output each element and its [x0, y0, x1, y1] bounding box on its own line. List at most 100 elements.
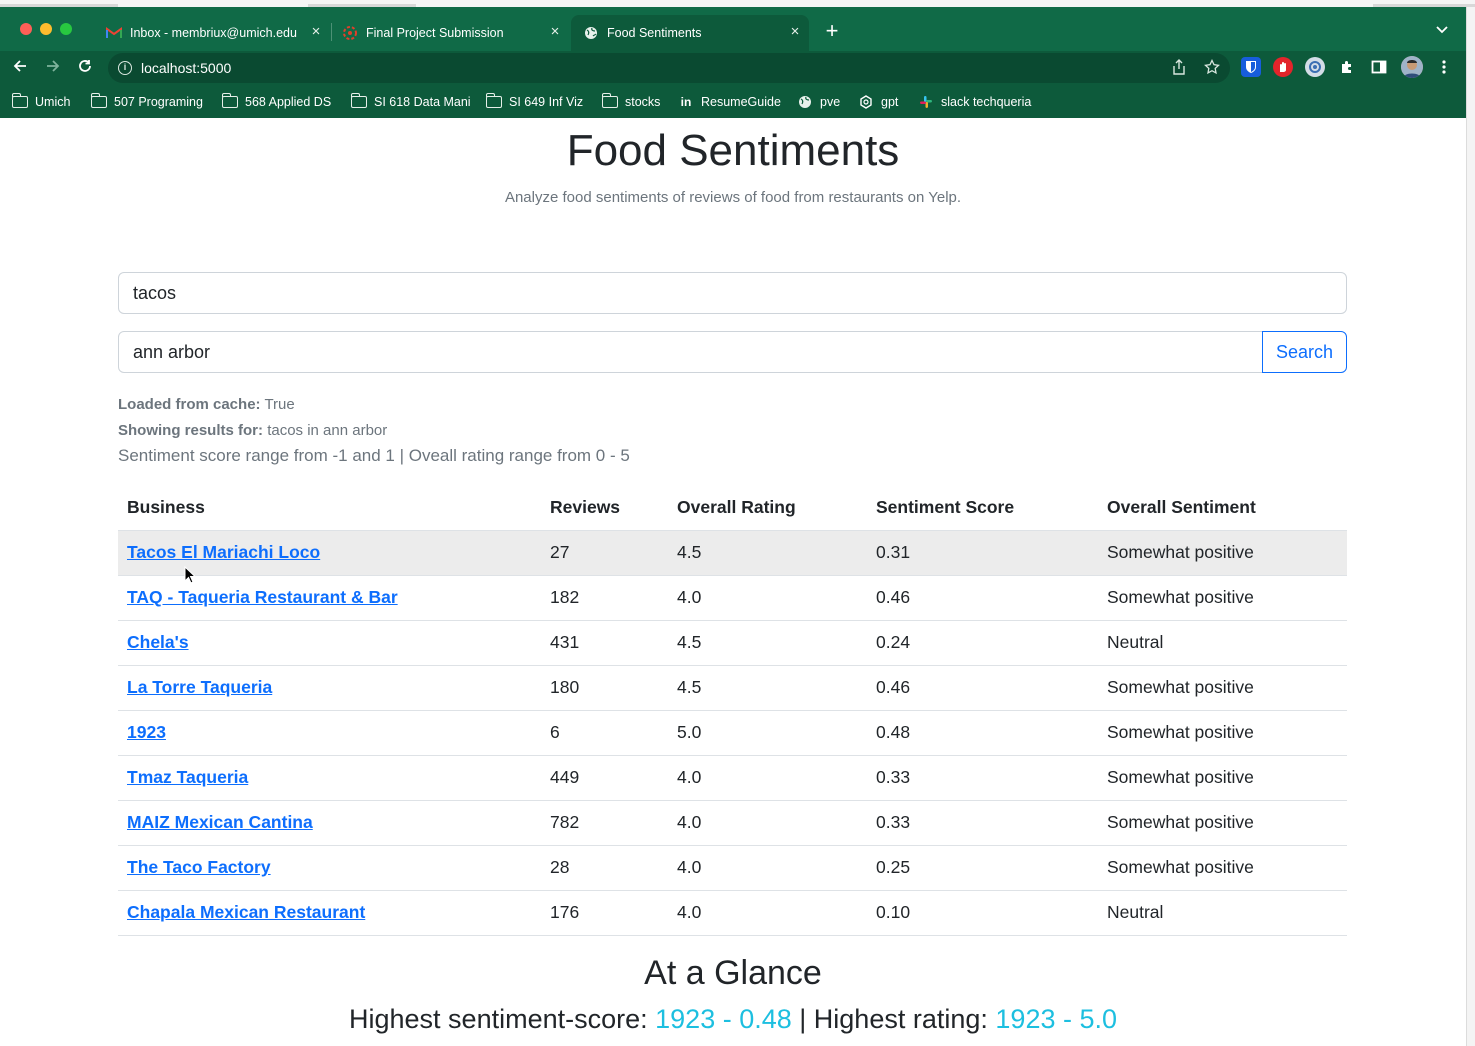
- address-bar[interactable]: i localhost:5000: [108, 53, 1230, 83]
- new-tab-plus-icon[interactable]: +: [822, 20, 842, 42]
- rating-cell: 4.0: [668, 890, 867, 936]
- column-header-business: Business: [118, 486, 541, 531]
- bookmark-label: SI 618 Data Mani: [374, 95, 471, 109]
- adblock-icon[interactable]: [1273, 57, 1293, 77]
- business-link[interactable]: Chela's: [127, 632, 189, 652]
- score-cell: 0.46: [867, 575, 1098, 621]
- table-row: Tacos El Mariachi Loco 27 4.5 0.31 Somew…: [118, 530, 1347, 576]
- score-cell: 0.33: [867, 755, 1098, 801]
- location-search-input[interactable]: ann arbor: [118, 331, 1263, 373]
- share-icon[interactable]: [1172, 59, 1186, 78]
- globe-icon: [797, 94, 813, 110]
- more-menu-icon[interactable]: [1434, 57, 1454, 77]
- bookmark-pve[interactable]: pve: [797, 92, 840, 112]
- reload-icon[interactable]: [74, 57, 96, 79]
- browser-chrome: Inbox - membriux@umich.edu × Final Proje…: [0, 7, 1466, 118]
- search-button[interactable]: Search: [1262, 331, 1347, 373]
- sentiment-cell: Somewhat positive: [1098, 845, 1347, 891]
- back-arrow-icon[interactable]: [9, 57, 31, 79]
- gmail-icon: [106, 25, 122, 41]
- glance-separator: |: [799, 1004, 807, 1034]
- extension-circle-icon[interactable]: [1305, 57, 1325, 77]
- food-search-input[interactable]: tacos: [118, 272, 1347, 314]
- url-text: localhost:5000: [141, 60, 232, 76]
- bookmark-si618[interactable]: SI 618 Data Mani: [350, 92, 471, 112]
- sentiment-cell: Neutral: [1098, 620, 1347, 666]
- linkedin-icon: in: [680, 95, 692, 109]
- maximize-window-button[interactable]: [60, 23, 72, 35]
- score-cell: 0.25: [867, 845, 1098, 891]
- minimize-window-button[interactable]: [40, 23, 52, 35]
- glance-highlights: Highest sentiment-score: 1923 - 0.48 | H…: [0, 1004, 1466, 1035]
- table-row: TAQ - Taqueria Restaurant & Bar 182 4.0 …: [118, 575, 1347, 621]
- business-link[interactable]: MAIZ Mexican Cantina: [127, 812, 313, 832]
- site-info-icon[interactable]: i: [118, 61, 132, 75]
- column-header-score: Sentiment Score: [867, 486, 1098, 531]
- page-content: Food Sentiments Analyze food sentiments …: [0, 118, 1466, 1046]
- business-link[interactable]: 1923: [127, 722, 166, 742]
- business-link[interactable]: Chapala Mexican Restaurant: [127, 902, 365, 922]
- slack-icon: [918, 94, 934, 110]
- close-icon[interactable]: ×: [787, 24, 803, 40]
- highest-rating-value: 1923 - 5.0: [995, 1004, 1117, 1034]
- bookmark-label: stocks: [625, 95, 661, 109]
- bookmark-label: gpt: [881, 95, 899, 109]
- table-header-row: Business Reviews Overall Rating Sentimen…: [118, 486, 1347, 531]
- business-link[interactable]: Tacos El Mariachi Loco: [127, 542, 320, 562]
- rating-cell: 4.0: [668, 755, 867, 801]
- forward-arrow-icon[interactable]: [42, 57, 64, 79]
- sentiment-cell: Somewhat positive: [1098, 755, 1347, 801]
- bookmark-stocks[interactable]: stocks: [601, 92, 661, 112]
- bookmark-star-icon[interactable]: [1204, 58, 1220, 78]
- cache-value: True: [264, 396, 295, 413]
- bookmark-umich[interactable]: Umich: [11, 92, 70, 112]
- table-row: MAIZ Mexican Cantina 782 4.0 0.33 Somewh…: [118, 800, 1347, 846]
- tab-food-sentiments[interactable]: Food Sentiments ×: [571, 15, 809, 51]
- rating-cell: 4.5: [668, 620, 867, 666]
- bookmark-507[interactable]: 507 Programing: [90, 92, 203, 112]
- sentiment-cell: Somewhat positive: [1098, 575, 1347, 621]
- column-header-reviews: Reviews: [541, 486, 668, 531]
- reviews-cell: 27: [541, 530, 668, 576]
- browser-toolbar: i localhost:5000: [0, 51, 1466, 85]
- tab-title: Food Sentiments: [607, 26, 702, 40]
- rating-cell: 4.5: [668, 530, 867, 576]
- chevron-down-icon[interactable]: [1436, 23, 1448, 37]
- bitwarden-icon[interactable]: [1241, 57, 1261, 77]
- side-panel-icon[interactable]: [1369, 57, 1389, 77]
- tab-title: Final Project Submission: [366, 26, 504, 40]
- reviews-cell: 182: [541, 575, 668, 621]
- bookmark-resumeguide[interactable]: in ResumeGuide: [678, 92, 781, 112]
- bookmark-label: SI 649 Inf Viz: [509, 95, 584, 109]
- business-link[interactable]: La Torre Taqueria: [127, 677, 272, 697]
- folder-icon: [485, 93, 502, 108]
- highest-rating-label: Highest rating:: [813, 1004, 988, 1034]
- table-row: Chapala Mexican Restaurant 176 4.0 0.10 …: [118, 890, 1347, 936]
- column-header-rating: Overall Rating: [668, 486, 867, 531]
- bookmark-568[interactable]: 568 Applied DS: [221, 92, 331, 112]
- sentiment-cell: Neutral: [1098, 890, 1347, 936]
- canvas-icon: [342, 25, 358, 41]
- reviews-cell: 180: [541, 665, 668, 711]
- close-icon[interactable]: ×: [308, 24, 324, 40]
- business-link[interactable]: TAQ - Taqueria Restaurant & Bar: [127, 587, 398, 607]
- tab-inbox[interactable]: Inbox - membriux@umich.edu ×: [98, 15, 330, 51]
- business-link[interactable]: Tmaz Taqueria: [127, 767, 248, 787]
- bookmark-gpt[interactable]: gpt: [858, 92, 898, 112]
- close-icon[interactable]: ×: [547, 24, 563, 40]
- folder-icon: [221, 93, 238, 108]
- rating-cell: 4.0: [668, 800, 867, 846]
- bookmark-si649[interactable]: SI 649 Inf Viz: [485, 92, 584, 112]
- window-top-strip: [0, 0, 1475, 7]
- bookmark-slack[interactable]: slack techqueria: [918, 92, 1031, 112]
- sentiment-cell: Somewhat positive: [1098, 800, 1347, 846]
- extensions-puzzle-icon[interactable]: [1337, 57, 1357, 77]
- close-window-button[interactable]: [20, 23, 32, 35]
- avatar[interactable]: [1401, 56, 1423, 78]
- business-link[interactable]: The Taco Factory: [127, 857, 271, 877]
- bookmarks-bar: Umich 507 Programing 568 Applied DS SI 6…: [0, 85, 1466, 118]
- table-row: Tmaz Taqueria 449 4.0 0.33 Somewhat posi…: [118, 755, 1347, 801]
- reviews-cell: 449: [541, 755, 668, 801]
- highest-sentiment-value: 1923 - 0.48: [655, 1004, 792, 1034]
- tab-final-project[interactable]: Final Project Submission ×: [334, 15, 569, 51]
